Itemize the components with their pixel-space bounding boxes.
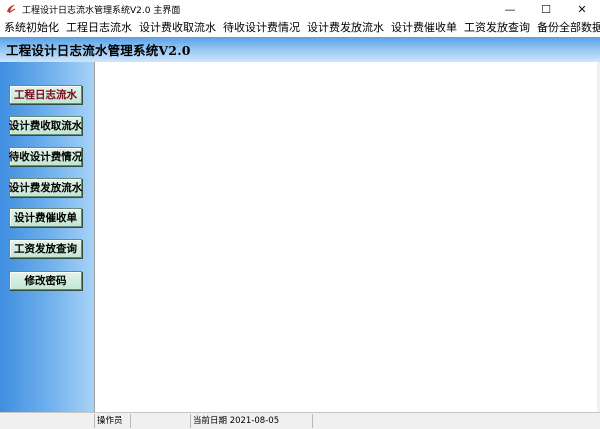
banner: 工程设计日志流水管理系统V2.0 — [0, 37, 600, 62]
minimize-icon[interactable]: — — [492, 0, 528, 18]
sidebar-button-project-log[interactable]: 工程日志流水 — [9, 85, 82, 104]
menu-fee-collection[interactable]: 设计费收取流水 — [136, 18, 219, 37]
sidebar: 工程日志流水 设计费收取流水 待收设计费情况 设计费发放流水 设计费催收单 工资… — [0, 62, 94, 412]
close-icon[interactable]: ✕ — [564, 0, 600, 18]
status-operator-label: 操作员 — [94, 414, 131, 428]
window-titlebar: 工程设计日志流水管理系统V2.0 主界面 — ☐ ✕ — [0, 0, 600, 18]
window-title: 工程设计日志流水管理系统V2.0 主界面 — [22, 5, 181, 16]
window-controls: — ☐ ✕ — [492, 0, 600, 18]
menu-salary-query[interactable]: 工资发放查询 — [461, 18, 533, 37]
maximize-icon[interactable]: ☐ — [528, 0, 564, 18]
sidebar-button-pending-fees[interactable]: 待收设计费情况 — [9, 147, 82, 166]
status-operator-value — [130, 414, 191, 428]
menu-pending-fees[interactable]: 待收设计费情况 — [220, 18, 303, 37]
banner-title: 工程设计日志流水管理系统V2.0 — [6, 43, 191, 58]
menu-project-log[interactable]: 工程日志流水 — [63, 18, 135, 37]
status-current-date: 当前日期 2021-08-05 — [190, 414, 313, 428]
menu-fee-reminder[interactable]: 设计费催收单 — [388, 18, 460, 37]
menu-bar: 系统初始化 工程日志流水 设计费收取流水 待收设计费情况 设计费发放流水 设计费… — [0, 18, 600, 37]
status-bar: 操作员 当前日期 2021-08-05 — [0, 412, 600, 429]
menu-backup-all[interactable]: 备份全部数据 — [534, 18, 600, 37]
app-logo-icon — [5, 3, 17, 15]
sidebar-button-fee-reminder[interactable]: 设计费催收单 — [9, 208, 82, 227]
menu-fee-payout[interactable]: 设计费发放流水 — [304, 18, 387, 37]
status-empty-panel — [312, 414, 599, 428]
sidebar-button-change-password[interactable]: 修改密码 — [9, 271, 82, 290]
sidebar-button-salary-query[interactable]: 工资发放查询 — [9, 239, 82, 258]
main-content-area — [94, 62, 597, 412]
sidebar-button-fee-collection[interactable]: 设计费收取流水 — [9, 116, 82, 135]
menu-system-init[interactable]: 系统初始化 — [1, 18, 62, 37]
sidebar-button-fee-payout[interactable]: 设计费发放流水 — [9, 178, 82, 197]
